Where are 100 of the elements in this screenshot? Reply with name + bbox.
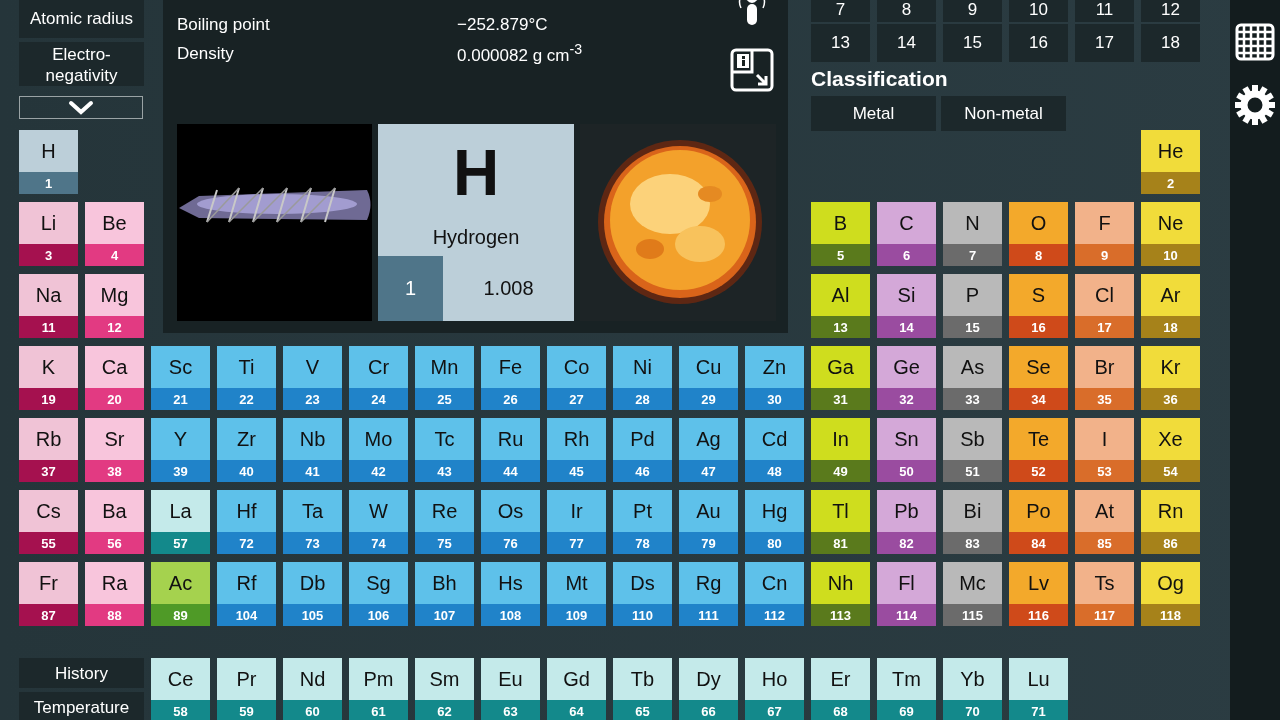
element-tile[interactable]: Rh 45	[547, 418, 606, 482]
element-tile[interactable]: Zr 40	[217, 418, 276, 482]
element-tile[interactable]: Ni 28	[613, 346, 672, 410]
element-tile[interactable]: Lu 71	[1009, 658, 1068, 720]
element-tile[interactable]: Ir 77	[547, 490, 606, 554]
element-tile[interactable]: Cd 48	[745, 418, 804, 482]
element-tile[interactable]: Ba 56	[85, 490, 144, 554]
element-tile[interactable]: Rf 104	[217, 562, 276, 626]
element-tile[interactable]: Ne 10	[1141, 202, 1200, 266]
group-number[interactable]: 8	[877, 0, 936, 22]
element-tile[interactable]: Mc 115	[943, 562, 1002, 626]
expand-button[interactable]	[19, 96, 143, 119]
element-tile[interactable]: Tm 69	[877, 658, 936, 720]
element-tile[interactable]: He 2	[1141, 130, 1200, 194]
element-tile[interactable]: Bh 107	[415, 562, 474, 626]
element-tile[interactable]: Pr 59	[217, 658, 276, 720]
element-tile[interactable]: Ga 31	[811, 346, 870, 410]
element-tile[interactable]: Ge 32	[877, 346, 936, 410]
element-tile[interactable]: Cu 29	[679, 346, 738, 410]
element-tile[interactable]: Lv 116	[1009, 562, 1068, 626]
element-tile[interactable]: Nh 113	[811, 562, 870, 626]
element-tile[interactable]: Xe 54	[1141, 418, 1200, 482]
sidebar-item[interactable]: History	[19, 658, 144, 688]
element-tile[interactable]: Os 76	[481, 490, 540, 554]
element-tile[interactable]: La 57	[151, 490, 210, 554]
element-tile[interactable]: Nb 41	[283, 418, 342, 482]
element-tile[interactable]: Cr 24	[349, 346, 408, 410]
element-tile[interactable]: Mo 42	[349, 418, 408, 482]
element-tile[interactable]: Po 84	[1009, 490, 1068, 554]
group-number[interactable]: 7	[811, 0, 870, 22]
element-tile[interactable]: N 7	[943, 202, 1002, 266]
group-number[interactable]: 17	[1075, 24, 1134, 62]
settings-icon[interactable]	[1235, 85, 1275, 125]
element-tile[interactable]: Si 14	[877, 274, 936, 338]
group-number[interactable]: 11	[1075, 0, 1134, 22]
element-tile[interactable]: Se 34	[1009, 346, 1068, 410]
element-tile[interactable]: Bi 83	[943, 490, 1002, 554]
element-tile[interactable]: Br 35	[1075, 346, 1134, 410]
sidebar-item[interactable]: Temperature	[19, 692, 144, 720]
element-tile[interactable]: Ta 73	[283, 490, 342, 554]
element-tile[interactable]: Ts 117	[1075, 562, 1134, 626]
element-tile[interactable]: Pb 82	[877, 490, 936, 554]
element-tile[interactable]: Pd 46	[613, 418, 672, 482]
group-number[interactable]: 12	[1141, 0, 1200, 22]
element-tile[interactable]: Sm 62	[415, 658, 474, 720]
element-tile[interactable]: Ce 58	[151, 658, 210, 720]
element-tile[interactable]: B 5	[811, 202, 870, 266]
element-tile[interactable]: Dy 66	[679, 658, 738, 720]
element-tile[interactable]: Ho 67	[745, 658, 804, 720]
element-tile[interactable]: Te 52	[1009, 418, 1068, 482]
element-tile[interactable]: Nd 60	[283, 658, 342, 720]
element-tile[interactable]: Rb 37	[19, 418, 78, 482]
element-tile[interactable]: Au 79	[679, 490, 738, 554]
element-tile[interactable]: Ds 110	[613, 562, 672, 626]
element-tile[interactable]: Sn 50	[877, 418, 936, 482]
classification-button[interactable]: Metal	[811, 96, 936, 131]
group-number[interactable]: 10	[1009, 0, 1068, 22]
element-tile[interactable]: Mn 25	[415, 346, 474, 410]
group-number[interactable]: 18	[1141, 24, 1200, 62]
element-tile[interactable]: As 33	[943, 346, 1002, 410]
group-number[interactable]: 16	[1009, 24, 1068, 62]
element-tile[interactable]: Sg 106	[349, 562, 408, 626]
element-tile[interactable]: Fe 26	[481, 346, 540, 410]
element-tile[interactable]: W 74	[349, 490, 408, 554]
element-tile[interactable]: Db 105	[283, 562, 342, 626]
element-tile[interactable]: Cl 17	[1075, 274, 1134, 338]
element-tile[interactable]: I 53	[1075, 418, 1134, 482]
element-tile[interactable]: Hg 80	[745, 490, 804, 554]
element-tile[interactable]: Al 13	[811, 274, 870, 338]
table-icon[interactable]	[1235, 23, 1275, 61]
element-tile[interactable]: Ar 18	[1141, 274, 1200, 338]
element-tile[interactable]: Pm 61	[349, 658, 408, 720]
group-number[interactable]: 14	[877, 24, 936, 62]
element-tile[interactable]: P 15	[943, 274, 1002, 338]
element-tile[interactable]: Sr 38	[85, 418, 144, 482]
element-tile[interactable]: Ti 22	[217, 346, 276, 410]
sidebar-item[interactable]: Electro-negativity	[19, 42, 144, 86]
group-number[interactable]: 9	[943, 0, 1002, 22]
element-tile[interactable]: Be 4	[85, 202, 144, 266]
element-tile[interactable]: Pt 78	[613, 490, 672, 554]
element-tile[interactable]: Tc 43	[415, 418, 474, 482]
element-tile[interactable]: Hf 72	[217, 490, 276, 554]
element-tile[interactable]: Mg 12	[85, 274, 144, 338]
element-tile[interactable]: Gd 64	[547, 658, 606, 720]
classification-button[interactable]: Non-metal	[941, 96, 1066, 131]
element-tile[interactable]: Ac 89	[151, 562, 210, 626]
element-tile[interactable]: Cs 55	[19, 490, 78, 554]
element-tile[interactable]: Ru 44	[481, 418, 540, 482]
element-tile[interactable]: V 23	[283, 346, 342, 410]
group-number[interactable]: 13	[811, 24, 870, 62]
sidebar-item[interactable]: Atomic radius	[19, 0, 144, 38]
element-tile[interactable]: Y 39	[151, 418, 210, 482]
element-tile[interactable]: Yb 70	[943, 658, 1002, 720]
element-tile[interactable]: Li 3	[19, 202, 78, 266]
element-tile[interactable]: Fl 114	[877, 562, 936, 626]
element-tile[interactable]: Hs 108	[481, 562, 540, 626]
element-tile[interactable]: Co 27	[547, 346, 606, 410]
element-tile[interactable]: F 9	[1075, 202, 1134, 266]
element-tile[interactable]: Tl 81	[811, 490, 870, 554]
info-icon[interactable]	[730, 48, 774, 92]
